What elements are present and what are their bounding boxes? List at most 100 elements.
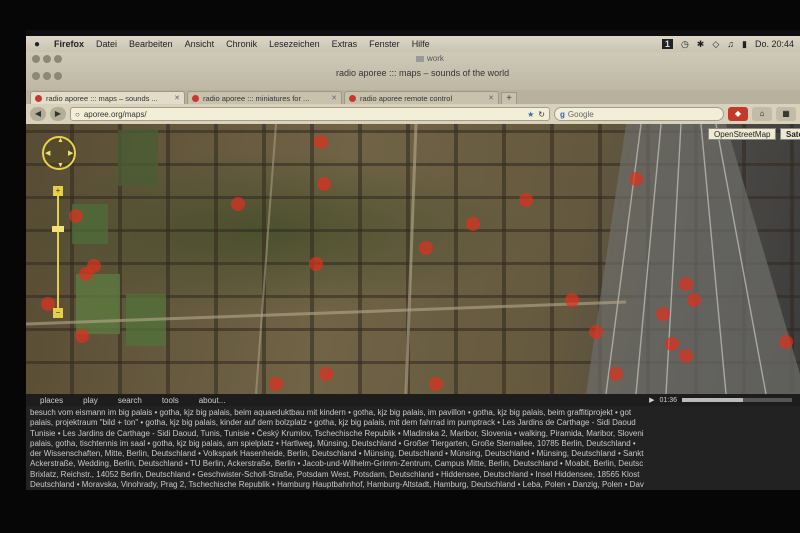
window-title: radio aporee ::: maps – sounds of the wo… bbox=[336, 68, 510, 78]
menu-hilfe[interactable]: Hilfe bbox=[406, 39, 436, 49]
window-controls bbox=[32, 55, 62, 63]
url-text[interactable]: aporee.org/maps/ bbox=[84, 110, 523, 119]
search-field[interactable]: g Google bbox=[554, 107, 724, 121]
sound-location-pin[interactable] bbox=[609, 367, 623, 381]
pan-down-icon[interactable]: ▼ bbox=[57, 162, 64, 169]
nav-about[interactable]: about... bbox=[199, 396, 226, 405]
new-tab-button[interactable]: + bbox=[501, 92, 517, 104]
sound-location-pin[interactable] bbox=[231, 197, 245, 211]
sound-location-pin[interactable] bbox=[269, 377, 283, 391]
sound-location-pin[interactable] bbox=[314, 135, 328, 149]
play-icon[interactable]: ▶ bbox=[649, 396, 654, 404]
forward-button[interactable]: ▶ bbox=[50, 107, 66, 121]
extension-button[interactable]: ▦ bbox=[776, 107, 796, 121]
sound-location-pin[interactable] bbox=[419, 241, 433, 255]
sound-location-pin[interactable] bbox=[79, 267, 93, 281]
menu-ansicht[interactable]: Ansicht bbox=[179, 39, 221, 49]
close-tab-icon[interactable]: ✕ bbox=[174, 94, 180, 102]
tab-maps[interactable]: radio aporee ::: maps – sounds ... ✕ bbox=[30, 91, 185, 104]
menu-fenster[interactable]: Fenster bbox=[363, 39, 406, 49]
apple-icon[interactable]: ● bbox=[26, 39, 48, 50]
zoom-window-icon[interactable] bbox=[54, 55, 62, 63]
map-type-openstreetmap[interactable]: OpenStreetMap bbox=[708, 128, 777, 140]
location-list-line[interactable]: der Wissenschaften, Mitte, Berlin, Deuts… bbox=[30, 449, 796, 459]
back-arrow-icon: ◀ bbox=[34, 109, 42, 118]
wifi-icon[interactable]: ◇ bbox=[712, 39, 719, 50]
pan-control[interactable]: ▲ ▼ ◀ ▶ bbox=[42, 136, 76, 170]
menu-clock[interactable]: Do. 20:44 bbox=[755, 39, 794, 49]
sound-location-pin[interactable] bbox=[665, 337, 679, 351]
player-time: 01:36 bbox=[659, 396, 677, 404]
sound-location-pin[interactable] bbox=[589, 325, 603, 339]
status-badge[interactable]: 1 bbox=[661, 39, 673, 49]
sound-location-pin[interactable] bbox=[429, 377, 443, 391]
zoom-out-button[interactable]: − bbox=[53, 308, 63, 318]
zoom-window-icon[interactable] bbox=[54, 72, 62, 80]
home-button[interactable]: ⌂ bbox=[752, 107, 772, 121]
minimize-window-icon[interactable] bbox=[43, 72, 51, 80]
menu-lesezeichen[interactable]: Lesezeichen bbox=[263, 39, 326, 49]
location-list-line[interactable]: Deutschland • Moravska, Vinohrady, Prag … bbox=[30, 480, 796, 490]
sound-location-pin[interactable] bbox=[679, 277, 693, 291]
time-machine-icon[interactable]: ◷ bbox=[681, 39, 689, 50]
sound-location-pin[interactable] bbox=[75, 329, 89, 343]
tab-miniatures[interactable]: radio aporee ::: miniatures for ... ✕ bbox=[187, 91, 342, 104]
menu-bar: ● Firefox Datei Bearbeiten Ansicht Chron… bbox=[26, 36, 800, 52]
map-type-satellite[interactable]: Sate bbox=[780, 128, 800, 140]
sound-location-pin[interactable] bbox=[309, 257, 323, 271]
sound-location-pin[interactable] bbox=[679, 349, 693, 363]
progress-bar[interactable] bbox=[682, 398, 792, 402]
close-tab-icon[interactable]: ✕ bbox=[331, 94, 337, 102]
volume-icon[interactable]: ♫ bbox=[727, 39, 734, 49]
pan-right-icon[interactable]: ▶ bbox=[68, 149, 73, 157]
sound-location-pin[interactable] bbox=[629, 172, 643, 186]
reload-icon[interactable]: ↻ bbox=[538, 110, 545, 119]
bookmark-star-icon[interactable]: ★ bbox=[527, 110, 534, 119]
menu-extras[interactable]: Extras bbox=[326, 39, 364, 49]
menu-chronik[interactable]: Chronik bbox=[220, 39, 263, 49]
close-window-icon[interactable] bbox=[32, 72, 40, 80]
nav-tools[interactable]: tools bbox=[162, 396, 179, 405]
tab-remote-control[interactable]: radio aporee remote control ✕ bbox=[344, 91, 499, 104]
minimize-window-icon[interactable] bbox=[43, 55, 51, 63]
satellite-map[interactable]: OpenStreetMap Sate ▲ ▼ ◀ ▶ + − bbox=[26, 124, 800, 394]
menu-bearbeiten[interactable]: Bearbeiten bbox=[123, 39, 179, 49]
pan-up-icon[interactable]: ▲ bbox=[57, 137, 64, 144]
bluetooth-icon[interactable]: ✱ bbox=[697, 39, 705, 50]
location-list-line[interactable]: palais, gotha, tischtennis im saal • got… bbox=[30, 439, 796, 449]
zoom-slider[interactable]: + − bbox=[52, 186, 64, 318]
sound-location-pin[interactable] bbox=[466, 217, 480, 231]
sound-location-pin[interactable] bbox=[69, 209, 83, 223]
location-list-line[interactable]: palais, projektraum "bild + ton" • gotha… bbox=[30, 418, 796, 428]
location-list-line[interactable]: Ackerstraße, Wedding, Berlin, Deutschlan… bbox=[30, 459, 796, 469]
nav-search[interactable]: search bbox=[118, 396, 142, 405]
sound-location-pin[interactable] bbox=[779, 335, 793, 349]
sound-location-pin[interactable] bbox=[656, 307, 670, 321]
site-identity-icon[interactable]: ○ bbox=[75, 110, 80, 119]
zoom-thumb[interactable] bbox=[52, 226, 64, 232]
navigation-toolbar: ◀ ▶ ○ aporee.org/maps/ ★ ↻ g Google ◆ ⌂ … bbox=[26, 104, 800, 124]
zoom-in-button[interactable]: + bbox=[53, 186, 63, 196]
location-list-line[interactable]: Tunisie • Les Jardins de Carthage - Sidi… bbox=[30, 429, 796, 439]
menu-datei[interactable]: Datei bbox=[90, 39, 123, 49]
pan-left-icon[interactable]: ◀ bbox=[45, 149, 50, 157]
sound-location-pin[interactable] bbox=[687, 293, 701, 307]
sound-location-pin[interactable] bbox=[519, 193, 533, 207]
battery-icon[interactable]: ▮ bbox=[742, 39, 747, 50]
projected-screen: ● Firefox Datei Bearbeiten Ansicht Chron… bbox=[26, 30, 800, 490]
back-button[interactable]: ◀ bbox=[30, 107, 46, 121]
menu-app-firefox[interactable]: Firefox bbox=[48, 39, 90, 49]
nav-play[interactable]: play bbox=[83, 396, 98, 405]
close-tab-icon[interactable]: ✕ bbox=[488, 94, 494, 102]
nav-places[interactable]: places bbox=[40, 396, 63, 405]
sound-location-pin[interactable] bbox=[319, 367, 333, 381]
sound-location-pin[interactable] bbox=[317, 177, 331, 191]
google-icon[interactable]: g bbox=[560, 110, 565, 119]
addon-button[interactable]: ◆ bbox=[728, 107, 748, 121]
close-window-icon[interactable] bbox=[32, 55, 40, 63]
sound-location-pin[interactable] bbox=[565, 293, 579, 307]
location-list-line[interactable]: Brixlatz, Reichstr., 14052 Berlin, Deuts… bbox=[30, 470, 796, 480]
favicon-icon bbox=[349, 94, 356, 102]
url-bar[interactable]: ○ aporee.org/maps/ ★ ↻ bbox=[70, 107, 550, 121]
location-list-line[interactable]: besuch vom eismann im big palais • gotha… bbox=[30, 408, 796, 418]
